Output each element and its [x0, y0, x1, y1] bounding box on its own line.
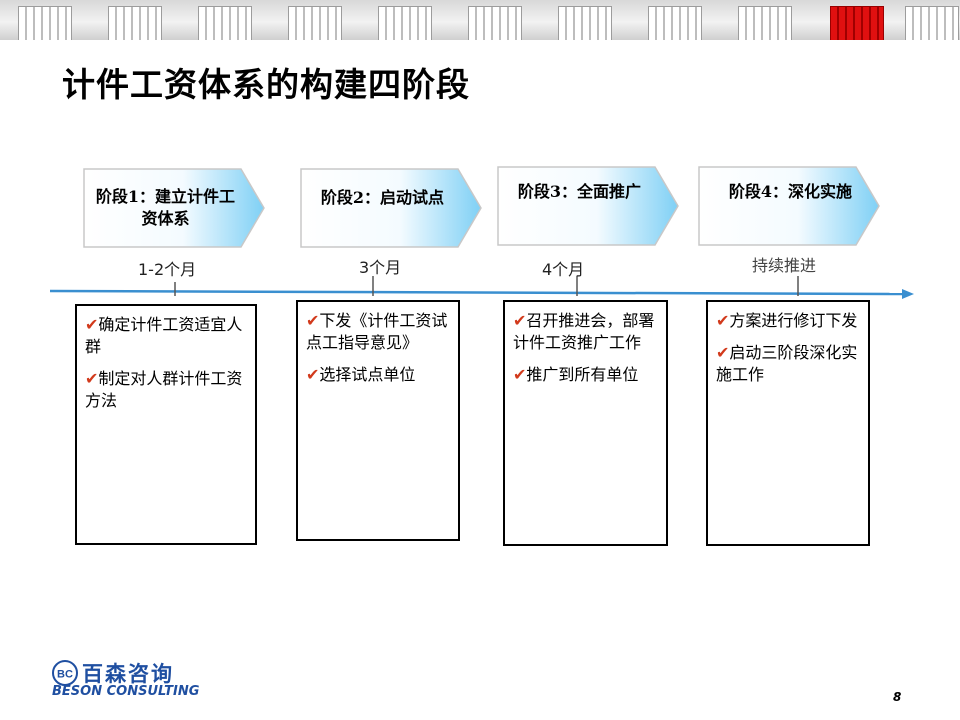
banner-window	[198, 6, 252, 40]
stage-3-label: 阶段3：全面推广	[517, 182, 642, 201]
banner-window	[648, 6, 702, 40]
stage-1-chevron: 阶段1：建立计件工资体系	[83, 168, 266, 248]
stage-4-label: 阶段4：深化实施	[728, 182, 853, 201]
logo-english-name: BESON CONSULTING	[52, 684, 200, 699]
checkmark-icon: ✔	[716, 343, 730, 362]
list-item: ✔推广到所有单位	[513, 365, 639, 384]
stage-1-duration: 1-2个月	[138, 260, 197, 279]
list-item: ✔选择试点单位	[306, 365, 416, 384]
checkmark-icon: ✔	[513, 311, 527, 330]
checkmark-icon: ✔	[716, 311, 730, 330]
checkmark-icon: ✔	[306, 365, 320, 384]
banner-window-highlight	[830, 6, 884, 40]
stage-2-label: 阶段2：启动试点	[320, 188, 445, 207]
list-item: ✔方案进行修订下发	[716, 311, 858, 330]
list-item: ✔制定对人群计件工资方法	[85, 369, 243, 410]
banner-window	[108, 6, 162, 40]
list-item: ✔启动三阶段深化实施工作	[716, 343, 858, 384]
stage-2-duration: 3个月	[359, 258, 402, 277]
stage-2-detail-box: ✔下发《计件工资试点工指导意见》 ✔选择试点单位	[296, 300, 460, 541]
stage-1-detail-box: ✔确定计件工资适宜人群 ✔制定对人群计件工资方法	[75, 304, 257, 545]
stage-4-duration: 持续推进	[752, 256, 817, 275]
svg-text:BC: BC	[57, 669, 73, 681]
checkmark-icon: ✔	[85, 369, 99, 388]
banner-window	[378, 6, 432, 40]
checkmark-icon: ✔	[306, 311, 320, 330]
list-item: ✔召开推进会，部署计件工资推广工作	[513, 311, 655, 352]
stage-4-detail-box: ✔方案进行修订下发 ✔启动三阶段深化实施工作	[706, 300, 870, 546]
checkmark-icon: ✔	[513, 365, 527, 384]
list-item: ✔下发《计件工资试点工指导意见》	[306, 311, 448, 352]
banner-window	[18, 6, 72, 40]
header-banner	[0, 0, 960, 40]
banner-window	[905, 6, 959, 40]
stage-1-label: 阶段1：建立计件工资体系	[95, 187, 236, 228]
banner-window	[558, 6, 612, 40]
banner-window	[738, 6, 792, 40]
stage-3-chevron: 阶段3：全面推广	[497, 166, 680, 246]
banner-window	[288, 6, 342, 40]
stage-3-detail-box: ✔召开推进会，部署计件工资推广工作 ✔推广到所有单位	[503, 300, 668, 546]
logo-badge-icon: BC	[52, 660, 78, 686]
slide-title: 计件工资体系的构建四阶段	[62, 65, 470, 104]
checkmark-icon: ✔	[85, 315, 99, 334]
page-number: 8	[893, 690, 902, 704]
stage-4-chevron: 阶段4：深化实施	[698, 166, 881, 246]
banner-window	[468, 6, 522, 40]
stage-3-duration: 4个月	[542, 260, 585, 279]
stage-2-chevron: 阶段2：启动试点	[300, 168, 483, 248]
list-item: ✔确定计件工资适宜人群	[85, 315, 243, 356]
